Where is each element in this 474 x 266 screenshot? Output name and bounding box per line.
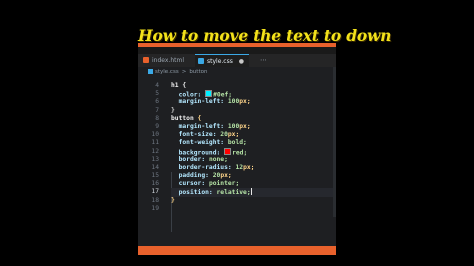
tab-bar: index.html style.css ● ⋯	[138, 54, 336, 67]
color-swatch[interactable]	[224, 147, 232, 155]
unit: px;	[227, 131, 240, 139]
code-line: }	[171, 107, 336, 115]
code-line: border-radius: 12px;	[171, 164, 336, 172]
line-number: 11	[151, 139, 159, 147]
line-number: 8	[155, 114, 159, 122]
value: red;	[232, 149, 248, 156]
unit: px;	[243, 163, 255, 171]
html-file-icon	[143, 57, 149, 63]
line-number: 5	[155, 90, 159, 98]
tab-index-html[interactable]: index.html	[140, 54, 194, 67]
property: padding:	[178, 172, 213, 180]
more-actions-icon[interactable]: ⋯	[260, 54, 267, 67]
line-number: 16	[151, 180, 159, 188]
line-number: 15	[151, 172, 159, 180]
value: bold;	[227, 139, 247, 147]
property: cursor:	[178, 180, 209, 188]
code-line-current: position: relative;	[171, 188, 336, 197]
number: 100	[227, 98, 240, 106]
property: font-weight:	[178, 139, 228, 147]
line-number: 19	[151, 204, 159, 212]
value: none;	[208, 155, 228, 163]
brace: }	[171, 196, 175, 204]
css-file-icon	[198, 58, 204, 64]
code-line: margin-left: 100px;	[171, 123, 336, 131]
brace: {	[197, 114, 202, 122]
unit: px;	[239, 122, 251, 130]
text-cursor	[250, 188, 252, 196]
breadcrumb-symbol[interactable]: button	[189, 69, 207, 75]
tab-label: index.html	[152, 57, 184, 64]
line-number: 10	[151, 131, 159, 139]
code-line: button {	[171, 115, 336, 123]
code-editor: index.html style.css ● ⋯ style.css > butto…	[138, 43, 336, 255]
property: font-size:	[178, 131, 221, 139]
vertical-scrollbar[interactable]	[333, 67, 336, 217]
title-bar	[138, 47, 336, 54]
number: 100	[227, 122, 240, 130]
unit: px;	[239, 98, 251, 106]
selector-h1: h1 {	[171, 82, 187, 89]
css-file-icon	[148, 68, 153, 74]
line-number: 12	[151, 147, 159, 155]
code-line: margin-left: 100px;	[171, 98, 336, 106]
value: relative;	[216, 189, 251, 197]
code-line: cursor: pointer;	[171, 180, 336, 188]
code-line: }	[171, 197, 336, 205]
breadcrumb-file[interactable]: style.css	[155, 69, 179, 75]
code-line: background: red;	[171, 147, 336, 156]
number: 12	[235, 163, 244, 171]
brace: }	[171, 106, 175, 114]
code-area[interactable]: h1 { color: #0ef; margin-left: 100px; } …	[171, 82, 336, 246]
property: margin-left:	[178, 122, 228, 130]
code-line: font-weight: bold;	[171, 139, 336, 147]
line-number-current: 17	[151, 188, 159, 196]
code-line: h1 {	[171, 82, 336, 90]
breadcrumb: style.css > button	[138, 67, 336, 78]
value: pointer;	[208, 180, 240, 188]
tab-label: style.css	[207, 58, 233, 65]
line-number: 18	[151, 196, 159, 204]
property: margin-left:	[178, 98, 228, 106]
code-line: border: none;	[171, 156, 336, 164]
line-number: 13	[151, 155, 159, 163]
property: border-radius:	[178, 163, 236, 171]
property: position:	[178, 189, 217, 197]
line-number: 6	[155, 98, 159, 106]
property: border:	[178, 155, 209, 163]
number: 20	[220, 131, 228, 139]
color-swatch[interactable]	[205, 90, 213, 98]
line-number: 4	[155, 82, 159, 89]
breadcrumb-separator: >	[181, 69, 187, 75]
tab-style-css[interactable]: style.css ●	[195, 54, 249, 67]
line-number: 7	[155, 106, 159, 114]
line-number-gutter: 4 5 6 7 8 9 10 11 12 13 14 15 16 17 18 1…	[138, 82, 162, 246]
unit: px;	[220, 172, 232, 180]
line-number: 9	[155, 122, 159, 130]
selector-button: button	[171, 114, 198, 122]
line-number: 14	[151, 163, 159, 171]
